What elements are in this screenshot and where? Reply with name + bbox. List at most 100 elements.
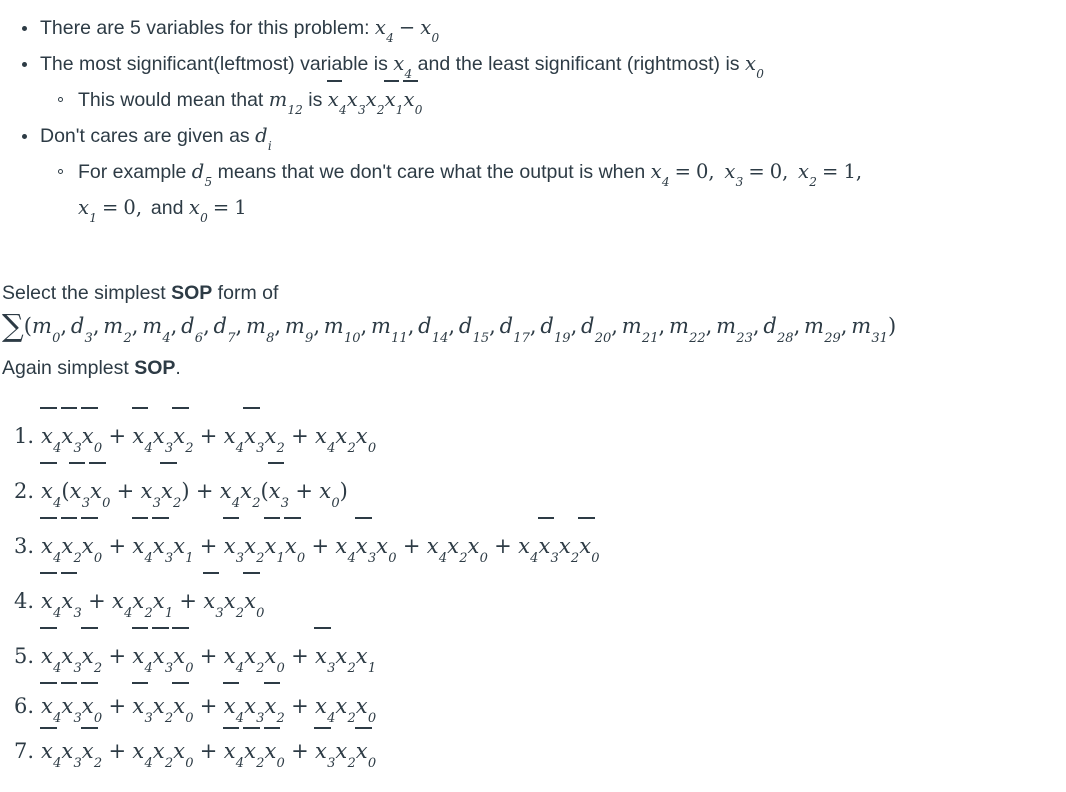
literal-x0-complemented: x0 <box>80 516 102 573</box>
literal-x0-complemented: x0 <box>89 461 110 518</box>
literal-x2-complemented: x2 <box>80 726 102 773</box>
literal-x3-complemented: x3 <box>151 626 173 683</box>
comma-separator: , <box>407 314 415 338</box>
option-expression: x4x3x0+ x3x2x0+ x4x3x2+ x4x2x0 <box>40 681 376 725</box>
literal-x3-complemented: x3 <box>151 516 173 573</box>
option-expression: x4x3x2+ x4x3x0+ x4x2x0+ x3x2x1 <box>40 626 376 675</box>
literal-x2-complemented: x2 <box>243 726 264 773</box>
literal-x4-complemented: x4 <box>40 461 61 518</box>
minterm-m21: m21 <box>621 314 659 346</box>
again-sop-bold: SOP <box>134 357 176 379</box>
minterm-m22: m22 <box>668 314 706 346</box>
math-m12: m12 <box>268 88 303 118</box>
minterm-d15: d15 <box>458 314 490 346</box>
literal-x3: x3 <box>61 644 82 676</box>
option-expression: x4x3+ x4x2x1+ x3x2x0 <box>40 571 264 620</box>
or-operator: + <box>116 479 135 503</box>
answer-option-1[interactable]: 1. x4x3x0+ x4x3x2+ x4x3x2+ x4x2x0 <box>0 406 1066 464</box>
literal-x3-complemented: x3 <box>60 406 82 463</box>
math-dont-care-assignments-line2: x1 = 0, <box>78 196 143 226</box>
literal-x0-complemented: x0 <box>263 726 285 773</box>
answer-option-7[interactable]: 7. x4x3x2+ x4x2x0+ x4x2x0+ x3x2x0 <box>0 726 1066 774</box>
literal-x0-complemented: x0 <box>80 406 102 463</box>
literal-x2: x2 <box>223 589 245 621</box>
minterm-m9: m9 <box>284 314 314 346</box>
literal-x0: x0 <box>173 739 194 771</box>
literal-x1: x1 <box>355 644 377 676</box>
math-sigma-expression: ∑(m0, d3, m2, m4, d6, d7, m8, m9, m10, m11, d14, d1… <box>2 311 896 346</box>
literal-x2-complemented: x2 <box>160 461 181 518</box>
comma-separator: , <box>274 314 282 338</box>
minterm-d6: d6 <box>181 314 204 346</box>
literal-x4: x4 <box>315 694 336 726</box>
or-operator: + <box>108 534 127 558</box>
literal-x2-complemented: x2 <box>263 681 285 728</box>
close-paren: ) <box>181 479 190 503</box>
option-number: 1. <box>14 424 35 448</box>
answer-option-3[interactable]: 3. x4x2x0+ x4x3x1+ x3x2x1x0+ x4x3x0+ x4x2x0+ x… <box>0 516 1066 574</box>
literal-x2: x2 <box>244 534 265 566</box>
literal-x2: x2 <box>264 424 285 456</box>
comma-separator: , <box>611 314 618 338</box>
literal-x0-complemented: x0 <box>283 516 305 573</box>
math-msb: x4 <box>393 52 413 82</box>
literal-x3-complemented: x3 <box>314 626 335 683</box>
answer-option-2[interactable]: 2. x4(x3x0+ x3x2) + x4x2(x3+ x0) <box>0 461 1066 519</box>
literal-x2: x2 <box>335 424 356 456</box>
minterm-d28: d28 <box>763 314 794 346</box>
option-number: 3. <box>14 534 35 558</box>
or-operator: + <box>311 534 330 558</box>
answer-option-6[interactable]: 6. x4x3x0+ x3x2x0+ x4x3x2+ x4x2x0 <box>0 681 1066 729</box>
literal-x1: x1 <box>152 589 174 621</box>
answer-options-list[interactable]: 1. x4x3x0+ x4x3x2+ x4x3x2+ x4x2x0 2. x4(x3x0+ x… <box>0 406 1066 774</box>
again-text-before: Again simplest <box>2 357 135 379</box>
literal-x3-complemented: x3 <box>354 516 376 573</box>
literal-x4: x4 <box>223 644 245 676</box>
option-expression: x4(x3x0+ x3x2) + x4x2(x3+ x0) <box>40 461 348 510</box>
literal-x4-complemented: x4 <box>40 626 61 683</box>
comma-separator: , <box>705 314 713 338</box>
comma-separator: , <box>60 314 68 338</box>
minterm-d20: d20 <box>581 314 612 346</box>
literal-x2: x2 <box>152 694 174 726</box>
literal-x0: x0 <box>355 424 377 456</box>
or-operator: + <box>108 424 127 448</box>
literal-x2: x2 <box>244 644 265 676</box>
minterm-m10: m10 <box>323 314 361 346</box>
literal-x3-complemented: x3 <box>68 461 90 518</box>
or-operator: + <box>295 479 313 503</box>
bullet-significance-order: The most significant(leftmost) variable … <box>0 46 1066 82</box>
again-note: Again simplest SOP. <box>0 353 1066 383</box>
comma-separator: , <box>752 314 760 338</box>
literal-x2: x2 <box>240 479 261 511</box>
literal-x4: x4 <box>219 479 241 511</box>
literal-x0: x0 <box>319 479 340 511</box>
literal-x2: x2 <box>558 534 580 566</box>
literal-x4: x4 <box>426 534 448 566</box>
literal-x0-complemented: x0 <box>80 681 102 728</box>
literal-x0-complemented: x0 <box>578 516 600 573</box>
literal-x0: x0 <box>355 694 377 726</box>
literal-x0-complemented: x0 <box>172 626 194 683</box>
option-number: 6. <box>14 694 35 718</box>
literal-x4-complemented: x4 <box>40 571 61 628</box>
literal-x0: x0 <box>376 534 397 566</box>
math-m12-expansion: x4x3x2x1x0 <box>327 80 422 116</box>
option-expression: x4x3x0+ x4x3x2+ x4x3x2+ x4x2x0 <box>40 406 376 455</box>
answer-option-5[interactable]: 5. x4x3x2+ x4x3x0+ x4x2x0+ x3x2x1 <box>0 626 1066 684</box>
option-expression: x4x3x2+ x4x2x0+ x4x2x0+ x3x2x0 <box>40 726 376 770</box>
literal-x3: x3 <box>244 694 265 726</box>
literal-x0-complemented: x0 <box>354 726 376 773</box>
math-lsb: x0 <box>744 52 764 82</box>
literal-x3-complemented: x3 <box>60 681 82 728</box>
literal-x3-complemented: x3 <box>537 516 559 573</box>
literal-x2: x2 <box>335 694 356 726</box>
minterm-d19: d19 <box>540 314 571 346</box>
literal-x4-complemented: x4 <box>131 516 153 573</box>
literal-x3: x3 <box>140 479 161 511</box>
answer-option-4[interactable]: 4. x4x3+ x4x2x1+ x3x2x0 <box>0 571 1066 629</box>
minterm-m2: m2 <box>103 314 132 346</box>
literal-x4-complemented: x4 <box>222 726 244 773</box>
bullet-text: This would mean that <box>78 89 269 111</box>
bullet-text-mid: is <box>302 89 328 111</box>
